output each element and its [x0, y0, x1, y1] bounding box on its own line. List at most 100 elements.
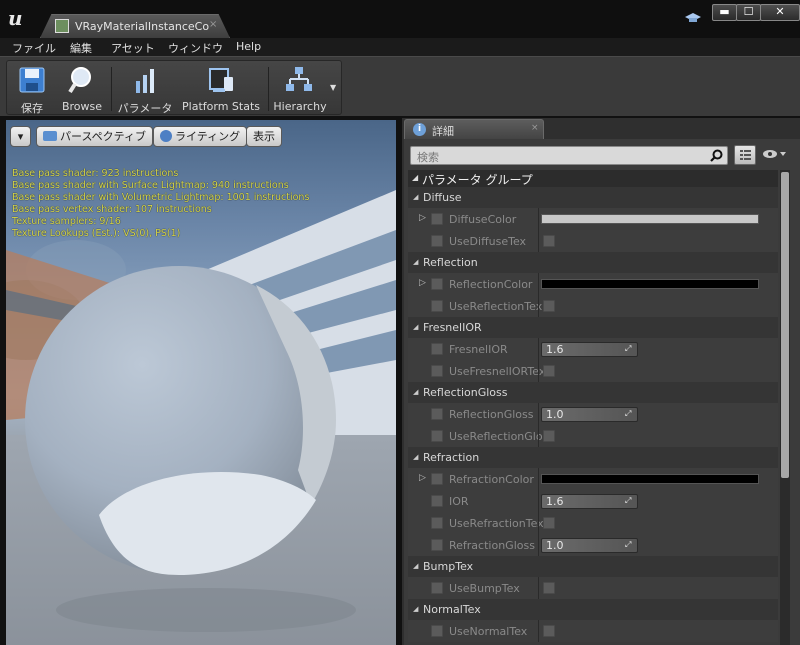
reset-arrow-icon[interactable]: ⤢	[625, 344, 634, 353]
close-window-button[interactable]: ✕	[760, 4, 800, 21]
perspective-button[interactable]: パースペクティブ	[36, 126, 154, 147]
menu-file[interactable]: ファイル	[12, 40, 56, 56]
minimize-button[interactable]: ▬	[712, 4, 737, 21]
use-refraction-tex-checkbox[interactable]	[543, 517, 555, 529]
ior-field[interactable]: 1.6 ⤢	[541, 494, 638, 509]
diffuse-color-swatch[interactable]	[541, 214, 759, 224]
scrollbar-thumb[interactable]	[781, 172, 789, 478]
override-checkbox[interactable]	[431, 213, 443, 225]
reset-arrow-icon[interactable]: ⤢	[625, 540, 634, 549]
material-preview-viewport[interactable]: ▾ パースペクティブ ライティング 表示 Base pass shader: 9…	[6, 120, 396, 645]
reset-arrow-icon[interactable]: ⤢	[625, 409, 634, 418]
parameters-icon	[130, 65, 160, 95]
details-scrollbar[interactable]	[780, 170, 790, 645]
use-reflection-gloss-checkbox[interactable]	[543, 430, 555, 442]
material-instance-icon	[55, 19, 69, 33]
category-parameter-groups[interactable]: ◢ パラメータ グループ	[408, 170, 778, 187]
document-tab[interactable]: VRayMaterialInstanceCo ×	[40, 14, 230, 38]
group-bump-tex[interactable]: ◢ BumpTex	[408, 556, 778, 577]
refraction-gloss-field[interactable]: 1.0 ⤢	[541, 538, 638, 553]
override-checkbox[interactable]	[431, 430, 443, 442]
hierarchy-icon	[284, 65, 314, 95]
toolbar-group: 保存 Browse パラメータ Platform Stats ▼ Hierarc…	[6, 60, 342, 115]
eye-icon	[763, 150, 786, 158]
property-matrix-button[interactable]	[734, 145, 756, 165]
stat-line: Base pass shader with Surface Lightmap: …	[12, 180, 289, 191]
override-checkbox[interactable]	[431, 495, 443, 507]
group-fresnel-ior[interactable]: ◢ FresnelIOR	[408, 317, 778, 338]
camera-icon	[43, 131, 57, 141]
property-row-refraction-color: ▷ RefractionColor	[408, 468, 778, 490]
override-checkbox[interactable]	[431, 235, 443, 247]
grid-list-icon	[740, 150, 751, 160]
use-bump-tex-checkbox[interactable]	[543, 582, 555, 594]
save-button[interactable]: 保存	[9, 61, 55, 115]
details-tab-close-icon[interactable]: ×	[531, 123, 539, 133]
menu-asset[interactable]: アセット	[111, 40, 155, 56]
lighting-button[interactable]: ライティング	[153, 126, 248, 147]
override-checkbox[interactable]	[431, 582, 443, 594]
reflection-color-swatch[interactable]	[541, 279, 759, 289]
use-fresnel-ior-tex-checkbox[interactable]	[543, 365, 555, 377]
hierarchy-dropdown-icon[interactable]: ▼	[330, 83, 336, 92]
use-normal-tex-checkbox[interactable]	[543, 625, 555, 637]
details-panel: i 詳細 × 検索 ◢ パラメータ グループ ◢ Diffuse ▷ Diffu…	[402, 118, 800, 645]
reset-arrow-icon[interactable]: ⤢	[625, 496, 634, 505]
use-diffuse-tex-checkbox[interactable]	[543, 235, 555, 247]
column-divider	[538, 577, 539, 599]
unreal-logo-icon: u	[6, 4, 34, 32]
column-divider	[538, 295, 539, 317]
override-checkbox[interactable]	[431, 517, 443, 529]
search-icon	[710, 149, 723, 162]
use-reflection-tex-checkbox[interactable]	[543, 300, 555, 312]
viewport-options-button[interactable]: ▾	[10, 126, 31, 147]
reflection-gloss-field[interactable]: 1.0 ⤢	[541, 407, 638, 422]
override-checkbox[interactable]	[431, 625, 443, 637]
property-row-use-fresnel-ior-tex: UseFresnelIORTex	[408, 360, 778, 382]
maximize-button[interactable]: ☐	[736, 4, 761, 21]
group-diffuse[interactable]: ◢ Diffuse	[408, 187, 778, 208]
override-checkbox[interactable]	[431, 408, 443, 420]
menu-edit[interactable]: 編集	[70, 40, 92, 56]
graduation-cap-icon[interactable]	[684, 12, 702, 26]
override-checkbox[interactable]	[431, 343, 443, 355]
search-input[interactable]: 検索	[410, 146, 728, 165]
collapse-arrow-icon: ◢	[413, 258, 419, 266]
expand-arrow-icon[interactable]: ▷	[419, 278, 426, 288]
column-divider	[538, 425, 539, 447]
group-reflection-gloss[interactable]: ◢ ReflectionGloss	[408, 382, 778, 403]
property-row-diffuse-color: ▷ DiffuseColor	[408, 208, 778, 230]
refraction-color-swatch[interactable]	[541, 474, 759, 484]
column-divider	[538, 403, 539, 425]
group-normal-tex[interactable]: ◢ NormalTex	[408, 599, 778, 620]
override-checkbox[interactable]	[431, 473, 443, 485]
collapse-arrow-icon: ◢	[413, 453, 419, 461]
details-tab[interactable]: i 詳細 ×	[404, 119, 544, 139]
parameters-button[interactable]: パラメータ	[115, 61, 175, 115]
svg-text:u: u	[8, 6, 23, 30]
fresnel-ior-field[interactable]: 1.6 ⤢	[541, 342, 638, 357]
platform-stats-button[interactable]: Platform Stats	[179, 61, 263, 115]
property-list: ◢ パラメータ グループ ◢ Diffuse ▷ DiffuseColor Us…	[408, 170, 778, 645]
view-options-button[interactable]	[762, 149, 788, 162]
override-checkbox[interactable]	[431, 365, 443, 377]
property-row-use-normal-tex: UseNormalTex	[408, 620, 778, 642]
group-refraction[interactable]: ◢ Refraction	[408, 447, 778, 468]
expand-arrow-icon[interactable]: ▷	[419, 213, 426, 223]
group-reflection[interactable]: ◢ Reflection	[408, 252, 778, 273]
expand-arrow-icon[interactable]: ▷	[419, 473, 426, 483]
override-checkbox[interactable]	[431, 300, 443, 312]
show-button[interactable]: 表示	[246, 126, 282, 147]
column-divider	[538, 512, 539, 534]
column-divider	[538, 208, 539, 230]
override-checkbox[interactable]	[431, 278, 443, 290]
shader-stats: Base pass shader: 923 instructions Base …	[12, 168, 309, 240]
menu-help[interactable]: Help	[236, 40, 261, 53]
collapse-arrow-icon: ◢	[412, 173, 419, 182]
browse-button[interactable]: Browse	[57, 61, 107, 115]
menu-window[interactable]: ウィンドウ	[168, 40, 223, 56]
override-checkbox[interactable]	[431, 539, 443, 551]
tab-close-icon[interactable]: ×	[209, 19, 217, 30]
hierarchy-button[interactable]: ▼ Hierarchy	[271, 61, 339, 115]
column-divider	[538, 620, 539, 642]
